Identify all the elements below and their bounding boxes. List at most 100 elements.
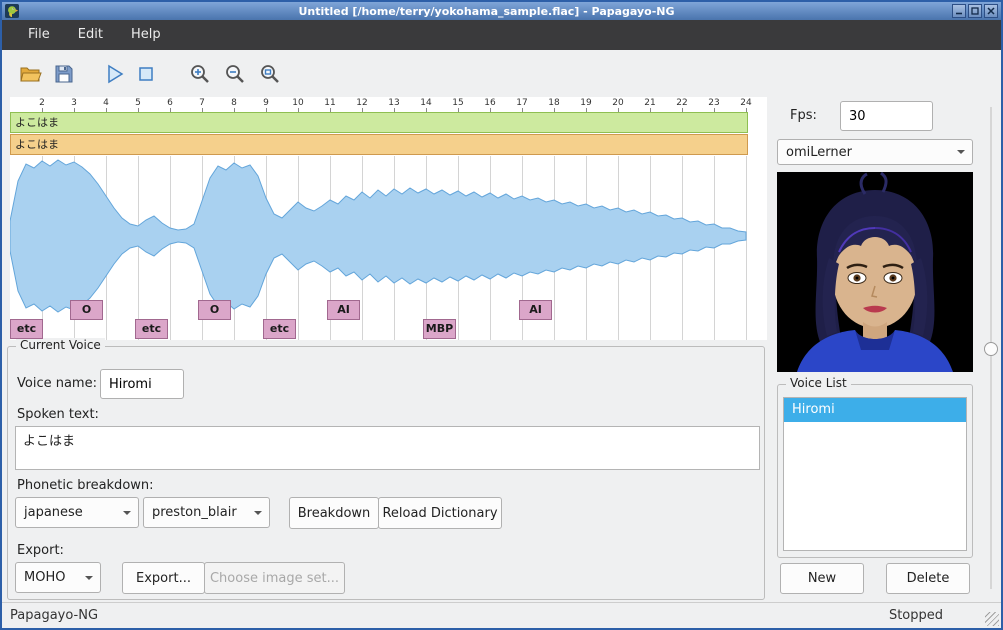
close-icon — [987, 7, 995, 15]
phoneme-etc[interactable]: etc — [135, 319, 168, 339]
timeline-tick: 10 — [292, 98, 303, 108]
voice-name-input[interactable] — [100, 369, 184, 399]
timeline-tick: 16 — [484, 98, 495, 108]
current-voice-title: Current Voice — [16, 338, 105, 352]
phoneme-O[interactable]: O — [198, 300, 231, 320]
papagayo-app-icon — [5, 4, 19, 18]
new-voice-button[interactable]: New — [780, 563, 864, 594]
play-icon — [102, 62, 126, 86]
zoom-out-icon — [223, 62, 247, 86]
timeline-tick: 20 — [612, 98, 623, 108]
export-format-value: MOHO — [24, 570, 65, 585]
right-scrollbar-thumb[interactable] — [984, 342, 998, 356]
toolbar — [2, 50, 1001, 97]
timeline-tick: 22 — [676, 98, 687, 108]
menubar: File Edit Help — [2, 20, 1001, 50]
main-area: 23456789101112131415161718192021222324 よ… — [2, 97, 1001, 602]
fps-input[interactable] — [840, 101, 933, 131]
timeline-tick: 7 — [199, 98, 205, 108]
open-button[interactable] — [16, 60, 44, 88]
timeline-tick: 19 — [580, 98, 591, 108]
zoom-out-button[interactable] — [221, 60, 249, 88]
play-button[interactable] — [100, 60, 128, 88]
export-button[interactable]: Export... — [122, 562, 205, 594]
timeline-tick: 12 — [356, 98, 367, 108]
fps-label: Fps: — [790, 108, 817, 123]
close-button[interactable] — [984, 4, 998, 18]
timeline-tick: 21 — [644, 98, 655, 108]
menu-file[interactable]: File — [14, 20, 64, 50]
phoneme-set-select[interactable]: preston_blair — [143, 497, 270, 528]
mouth-preset-value: omiLerner — [786, 145, 852, 160]
phoneme-set-select-value: preston_blair — [152, 505, 237, 520]
app-window: Untitled [/home/terry/yokohama_sample.fl… — [0, 0, 1003, 630]
titlebar[interactable]: Untitled [/home/terry/yokohama_sample.fl… — [2, 2, 1001, 20]
chevron-down-icon — [123, 511, 131, 519]
voice-list-group: Voice List Hiromi — [777, 384, 973, 558]
timeline-tick: 17 — [516, 98, 527, 108]
window-title: Untitled [/home/terry/yokohama_sample.fl… — [23, 5, 950, 18]
chevron-down-icon — [85, 576, 93, 584]
timeline-ruler[interactable]: 23456789101112131415161718192021222324 — [10, 97, 767, 112]
phoneme-etc[interactable]: etc — [263, 319, 296, 339]
voice-list-title: Voice List — [786, 376, 851, 390]
phrase-track[interactable]: よこはま — [10, 134, 748, 155]
maximize-button[interactable] — [968, 4, 982, 18]
phoneme-MBP[interactable]: MBP — [423, 319, 456, 339]
breakdown-button[interactable]: Breakdown — [289, 497, 379, 529]
minimize-icon — [955, 7, 963, 15]
save-icon — [52, 62, 76, 86]
statusbar-state: Stopped — [889, 608, 943, 623]
mouth-preset-select[interactable]: omiLerner — [777, 139, 973, 165]
sentence-track[interactable]: よこはま — [10, 112, 748, 133]
timeline-tick: 9 — [263, 98, 269, 108]
folder-open-icon — [18, 62, 42, 86]
current-voice-group: Current Voice Voice name: Spoken text: よ… — [7, 346, 765, 600]
stop-icon — [134, 62, 158, 86]
menu-help[interactable]: Help — [117, 20, 175, 50]
delete-voice-button[interactable]: Delete — [886, 563, 970, 594]
minimize-button[interactable] — [952, 4, 966, 18]
stop-button[interactable] — [132, 60, 160, 88]
menu-edit[interactable]: Edit — [64, 20, 117, 50]
export-format-select[interactable]: MOHO — [15, 562, 101, 593]
language-select[interactable]: japanese — [15, 497, 139, 528]
timeline-tick: 3 — [71, 98, 77, 108]
phoneme-etc[interactable]: etc — [10, 319, 43, 339]
timeline-tick: 24 — [740, 98, 751, 108]
voice-list[interactable]: Hiromi — [783, 397, 967, 551]
chevron-down-icon — [957, 150, 965, 158]
spoken-text-input[interactable]: よこはま — [15, 426, 760, 470]
save-button[interactable] — [50, 60, 78, 88]
export-label: Export: — [17, 543, 64, 558]
zoom-frame-icon — [258, 62, 282, 86]
waveform-panel: 23456789101112131415161718192021222324 よ… — [10, 97, 767, 340]
phoneme-AI[interactable]: AI — [327, 300, 360, 320]
timeline-tick: 2 — [39, 98, 45, 108]
language-select-value: japanese — [24, 505, 83, 520]
statusbar: Papagayo-NG Stopped — [2, 602, 1001, 628]
timeline-tick: 6 — [167, 98, 173, 108]
timeline-tick: 11 — [324, 98, 335, 108]
timeline-tick: 8 — [231, 98, 237, 108]
timeline-tick: 13 — [388, 98, 399, 108]
timeline-tick: 14 — [420, 98, 431, 108]
voice-list-item-hiromi[interactable]: Hiromi — [784, 398, 966, 422]
phoneme-AI[interactable]: AI — [519, 300, 552, 320]
waveform-region[interactable]: etc Oetc Oetc AI MBP AI — [10, 156, 767, 340]
character-portrait-image — [777, 172, 973, 372]
phonetic-breakdown-label: Phonetic breakdown: — [17, 478, 154, 493]
phrase-track-label: よこはま — [15, 138, 59, 151]
reload-dictionary-button[interactable]: Reload Dictionary — [378, 497, 502, 529]
zoom-frame-button[interactable] — [256, 60, 284, 88]
resize-grip[interactable] — [985, 612, 999, 626]
timeline-tick: 18 — [548, 98, 559, 108]
chevron-down-icon — [254, 511, 262, 519]
statusbar-app-name: Papagayo-NG — [10, 608, 98, 623]
choose-image-set-button: Choose image set... — [204, 562, 345, 594]
maximize-icon — [971, 7, 979, 15]
zoom-in-button[interactable] — [186, 60, 214, 88]
audio-waveform — [10, 156, 748, 340]
voice-name-label: Voice name: — [17, 376, 97, 391]
phoneme-O[interactable]: O — [70, 300, 103, 320]
